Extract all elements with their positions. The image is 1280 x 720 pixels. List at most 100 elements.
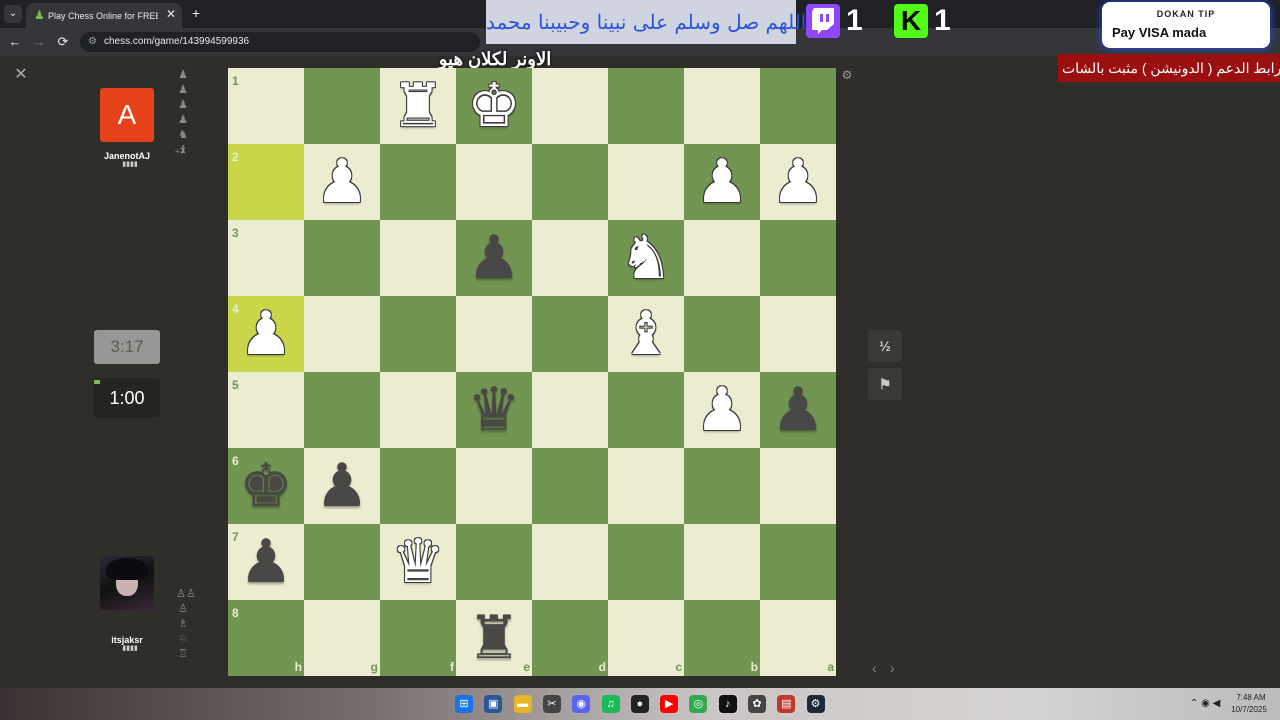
square-a6[interactable] (760, 448, 836, 524)
white-bishop-piece[interactable]: ♝ (608, 296, 684, 372)
black-queen-piece[interactable]: ♛ (456, 372, 532, 448)
square-f2[interactable] (380, 144, 456, 220)
square-f5[interactable] (380, 372, 456, 448)
black-pawn-piece[interactable]: ♟ (228, 524, 304, 600)
close-icon[interactable]: ✕ (12, 66, 30, 84)
square-g8[interactable]: g (304, 600, 380, 676)
tab-search-button[interactable]: ⌄ (4, 5, 22, 23)
white-king-piece[interactable]: ♚ (456, 68, 532, 144)
square-e2[interactable] (456, 144, 532, 220)
chess-board[interactable]: 1 2 3 4 5 6 7 8 h g f e d c b a ♜ ♚ ♟ ♟ ♟ ♟ ♞ ♟ ♝ ♛ ♟ ♟ ♚ ♟ ♟ ♛ ♜ (228, 68, 836, 676)
tiktok-icon[interactable]: ♪ (718, 695, 737, 713)
square-c2[interactable] (608, 144, 684, 220)
white-pawn-piece[interactable]: ♟ (228, 296, 304, 372)
square-b3[interactable] (684, 220, 760, 296)
reload-button[interactable]: ⟳ (54, 33, 72, 51)
offer-draw-button[interactable]: ½ (868, 330, 902, 362)
white-queen-piece[interactable]: ♛ (380, 524, 456, 600)
forward-button[interactable]: → (30, 33, 48, 51)
square-a8[interactable]: a (760, 600, 836, 676)
square-h3[interactable]: 3 (228, 220, 304, 296)
system-tray[interactable]: ⌃ ◉ ◀ (1190, 697, 1224, 711)
square-b8[interactable]: b (684, 600, 760, 676)
white-rook-piece[interactable]: ♜ (380, 68, 456, 144)
square-f4[interactable] (380, 296, 456, 372)
black-king-piece[interactable]: ♚ (228, 448, 304, 524)
resign-button[interactable]: ⚑ (868, 368, 902, 400)
square-d3[interactable] (532, 220, 608, 296)
app-icon[interactable]: ▤ (777, 695, 796, 713)
square-d8[interactable]: d (532, 600, 608, 676)
square-c7[interactable] (608, 524, 684, 600)
black-pawn-piece[interactable]: ♟ (760, 372, 836, 448)
square-c5[interactable] (608, 372, 684, 448)
square-b1[interactable] (684, 68, 760, 144)
white-pawn-piece[interactable]: ♟ (304, 144, 380, 220)
chatgpt-icon[interactable]: ✿ (748, 695, 766, 713)
square-d6[interactable] (532, 448, 608, 524)
square-h5[interactable]: 5 (228, 372, 304, 448)
steam-icon[interactable]: ⚙ (806, 695, 825, 713)
square-a3[interactable] (760, 220, 836, 296)
black-pawn-piece[interactable]: ♟ (456, 220, 532, 296)
previous-move-icon[interactable]: ‹ (872, 660, 884, 676)
square-d7[interactable] (532, 524, 608, 600)
square-e4[interactable] (456, 296, 532, 372)
square-d5[interactable] (532, 372, 608, 448)
square-c8[interactable]: c (608, 600, 684, 676)
site-info-icon[interactable]: ⚙ (88, 35, 100, 49)
square-c6[interactable] (608, 448, 684, 524)
file-label: d (598, 660, 606, 674)
square-h8[interactable]: 8h (228, 600, 304, 676)
browser-tab[interactable]: ♟ Play Chess Online for FREE - 2 P ✕ (26, 3, 182, 28)
white-pawn-piece[interactable]: ♟ (684, 144, 760, 220)
white-pawn-piece[interactable]: ♟ (684, 372, 760, 448)
new-tab-button[interactable]: + (188, 5, 204, 21)
square-d2[interactable] (532, 144, 608, 220)
white-knight-piece[interactable]: ♞ (608, 220, 684, 296)
square-b7[interactable] (684, 524, 760, 600)
square-f3[interactable] (380, 220, 456, 296)
black-pawn-piece[interactable]: ♟ (304, 448, 380, 524)
windows-start-icon[interactable]: ⊞ (455, 695, 473, 713)
file-explorer-icon[interactable]: ▬ (513, 695, 532, 713)
square-a4[interactable] (760, 296, 836, 372)
square-g4[interactable] (304, 296, 380, 372)
square-d1[interactable] (532, 68, 608, 144)
task-view-icon[interactable]: ▣ (484, 695, 503, 713)
taskbar-time[interactable]: 7:48 AM (1230, 692, 1272, 704)
square-e7[interactable] (456, 524, 532, 600)
square-d4[interactable] (532, 296, 608, 372)
square-f6[interactable] (380, 448, 456, 524)
square-a7[interactable] (760, 524, 836, 600)
square-b6[interactable] (684, 448, 760, 524)
square-a1[interactable] (760, 68, 836, 144)
obs-icon[interactable]: ● (630, 695, 649, 713)
square-g3[interactable] (304, 220, 380, 296)
square-c1[interactable] (608, 68, 684, 144)
square-g5[interactable] (304, 372, 380, 448)
taskbar-date[interactable]: 10/7/2025 (1226, 704, 1272, 716)
board-settings-icon[interactable]: ⚙ (840, 68, 854, 82)
captured-piece-icon: ♞ (178, 129, 188, 141)
player-avatar[interactable] (100, 556, 154, 610)
youtube-icon[interactable]: ▶ (660, 695, 679, 713)
square-h2[interactable]: 2 (228, 144, 304, 220)
black-rook-piece[interactable]: ♜ (456, 600, 532, 676)
square-g7[interactable] (304, 524, 380, 600)
snipping-icon[interactable]: ✂ (542, 695, 561, 713)
square-h1[interactable]: 1 (228, 68, 304, 144)
square-b4[interactable] (684, 296, 760, 372)
back-button[interactable]: ← (6, 33, 24, 51)
next-move-icon[interactable]: › (890, 660, 902, 676)
chrome-icon[interactable]: ◎ (689, 695, 708, 713)
tab-close-icon[interactable]: ✕ (164, 6, 178, 22)
square-g1[interactable] (304, 68, 380, 144)
square-f8[interactable]: f (380, 600, 456, 676)
square-e6[interactable] (456, 448, 532, 524)
player-clock-time: 1:00 (109, 388, 145, 408)
spotify-icon[interactable]: ♫ (601, 695, 620, 713)
opponent-avatar[interactable]: A (100, 88, 154, 142)
white-pawn-piece[interactable]: ♟ (760, 144, 836, 220)
discord-icon[interactable]: ◉ (572, 695, 591, 713)
